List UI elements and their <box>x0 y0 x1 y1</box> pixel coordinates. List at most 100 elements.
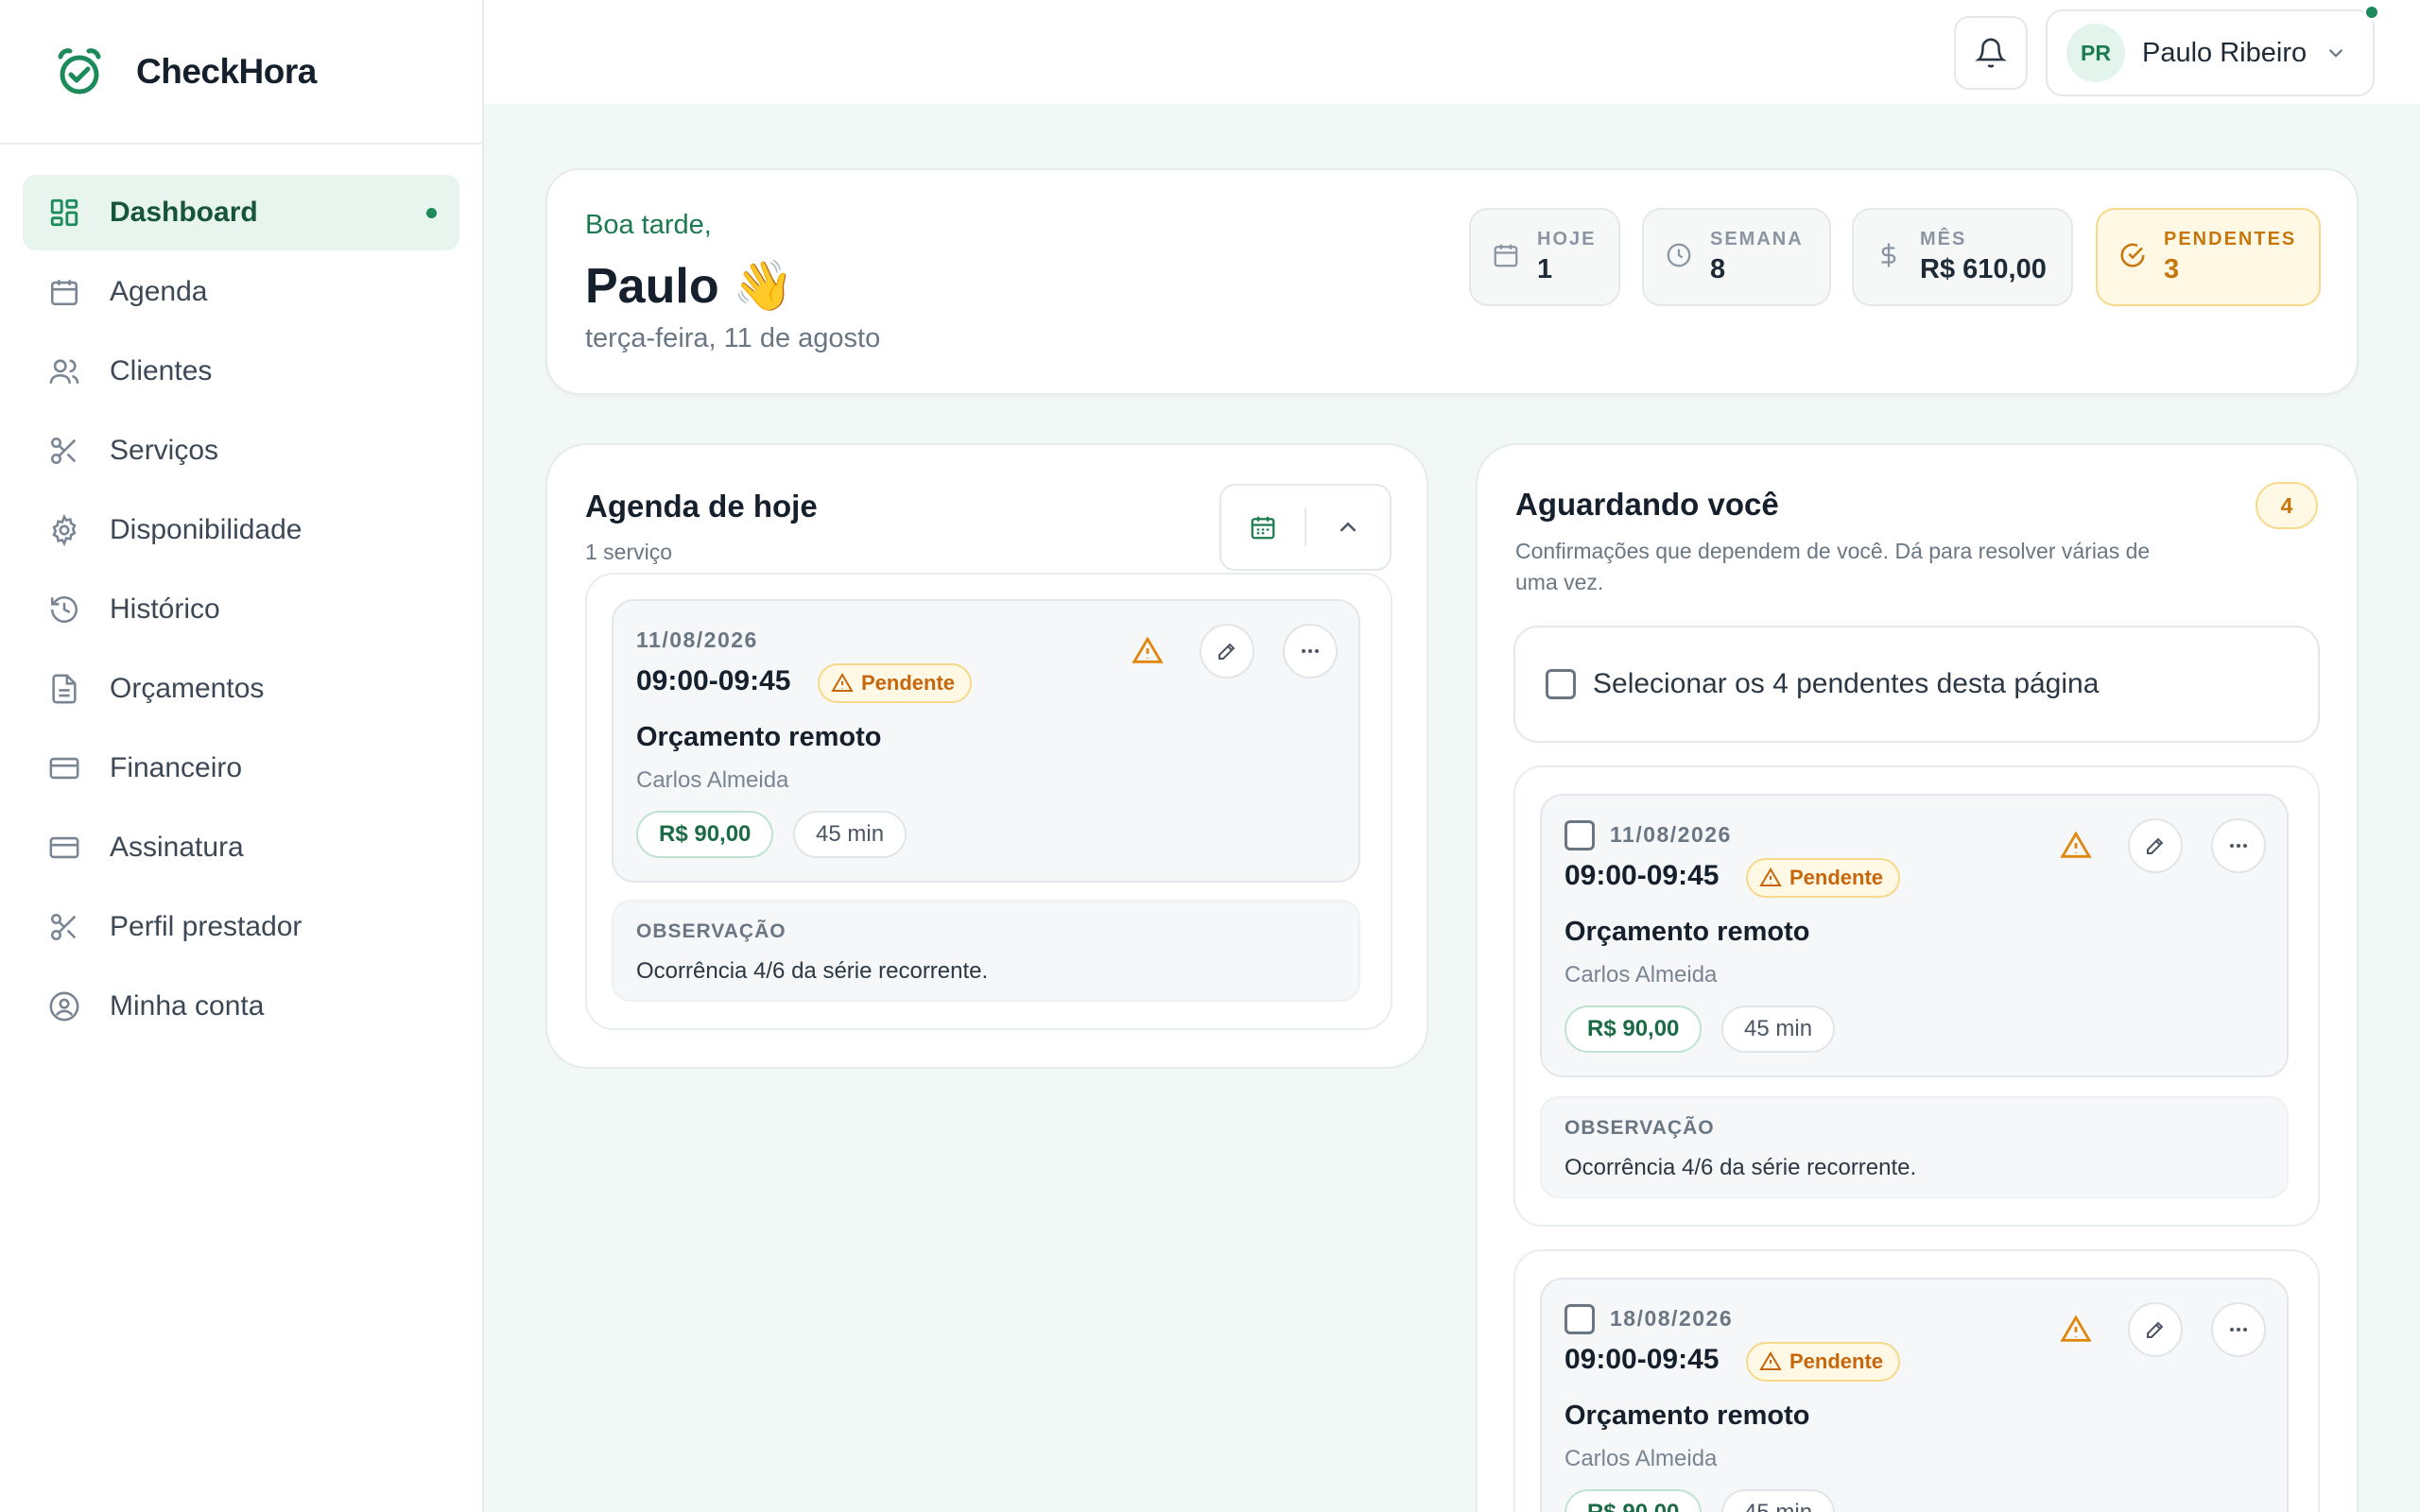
sidebar-item-label: Agenda <box>110 276 208 307</box>
calendar-icon <box>1251 516 1275 540</box>
today-agenda-card: Agenda de hoje 1 serviço 11/08/2026 09:0… <box>545 443 1428 1069</box>
sidebar-item-disponibilidade[interactable]: Disponibilidade <box>23 492 459 568</box>
more-options-button[interactable] <box>2211 1302 2266 1357</box>
appointment-checkbox[interactable] <box>1564 1304 1595 1334</box>
appointment-time: 09:00-09:45 <box>636 665 791 696</box>
status-badge: Pendente <box>1746 858 1901 898</box>
price-pill: R$ 90,00 <box>1564 1489 1703 1512</box>
sidebar-item-label: Orçamentos <box>110 673 265 704</box>
check-circle-icon <box>2118 241 2151 273</box>
collapse-button[interactable] <box>1306 486 1390 569</box>
appointment-details[interactable]: 11/08/2026 09:00-09:45 Pendente Orçament… <box>612 599 1360 883</box>
appointment-title: Orçamento remoto <box>1564 917 1810 947</box>
appointment-time: 09:00-09:45 <box>1564 860 1720 891</box>
brand-name: CheckHora <box>136 51 317 91</box>
users-icon <box>47 354 81 388</box>
sidebar-item-financeiro[interactable]: Financeiro <box>23 730 459 806</box>
notifications-button[interactable] <box>1954 16 2028 90</box>
sidebar-item-label: Financeiro <box>110 752 243 783</box>
stat-label: HOJE <box>1537 229 1597 249</box>
status-badge: Pendente <box>1746 1342 1901 1382</box>
user-menu-button[interactable]: PR Paulo Ribeiro <box>2046 4 2380 96</box>
sidebar-item-orcamentos[interactable]: Orçamentos <box>23 651 459 727</box>
observation-text: Ocorrência 4/6 da série recorrente. <box>636 958 989 984</box>
stat-label: MÊS <box>1920 229 1967 249</box>
appointment-client: Carlos Almeida <box>1564 1446 1718 1471</box>
appointment-details[interactable]: 18/08/2026 09:00-09:45 Pendente Orçament… <box>1540 1278 2289 1512</box>
select-all-checkbox[interactable] <box>1546 669 1576 699</box>
warning-icon <box>2060 831 2092 858</box>
greeting-card: Boa tarde, Paulo 👋 terça-feira, 11 de ag… <box>545 168 2359 395</box>
more-horizontal-icon <box>1302 649 1319 653</box>
brand[interactable]: CheckHora <box>0 0 482 145</box>
duration-pill: 45 min <box>1721 1005 1836 1053</box>
stat-week[interactable]: SEMANA 8 <box>1642 208 1831 306</box>
edit-button[interactable] <box>1200 624 1254 679</box>
credit-card-icon <box>47 751 81 785</box>
greeting-hello: Boa tarde, <box>585 210 712 240</box>
stat-month[interactable]: MÊS R$ 610,00 <box>1852 208 2073 306</box>
duration-pill: 45 min <box>793 811 908 858</box>
pending-appointment-card: 18/08/2026 09:00-09:45 Pendente Orçament… <box>1513 1249 2320 1512</box>
chevron-up-icon <box>1340 522 1357 532</box>
sidebar-item-perfil-prestador[interactable]: Perfil prestador <box>23 889 459 965</box>
sidebar-nav: Dashboard Agenda Clientes Serviços Dispo… <box>0 145 482 1078</box>
scissors-icon <box>47 434 81 468</box>
bell-icon <box>1975 38 2007 68</box>
appointment-checkbox[interactable] <box>1564 820 1595 850</box>
sidebar-item-label: Serviços <box>110 435 219 466</box>
stat-pending[interactable]: PENDENTES 3 <box>2096 208 2321 306</box>
stat-label: SEMANA <box>1710 229 1804 249</box>
card-title: Agenda de hoje <box>585 489 818 524</box>
greeting-name: Paulo 👋 <box>585 259 794 314</box>
observation-box: OBSERVAÇÃO Ocorrência 4/6 da série recor… <box>612 900 1360 1002</box>
more-horizontal-icon <box>2230 844 2247 848</box>
pencil-icon <box>2147 837 2164 854</box>
agenda-actions <box>1219 484 1392 571</box>
stat-today[interactable]: HOJE 1 <box>1469 208 1620 306</box>
sidebar-item-label: Disponibilidade <box>110 514 302 545</box>
avatar: PR <box>2066 24 2125 82</box>
sidebar-item-servicos[interactable]: Serviços <box>23 413 459 489</box>
more-options-button[interactable] <box>1283 624 1338 679</box>
user-circle-icon <box>47 989 81 1023</box>
calendar-view-button[interactable] <box>1221 486 1305 569</box>
select-all-pending[interactable]: Selecionar os 4 pendentes desta página <box>1513 626 2320 743</box>
subtitle-line: uma vez. <box>1515 570 1604 594</box>
stat-value: 1 <box>1537 254 1553 284</box>
scissors-icon <box>47 910 81 944</box>
sidebar-item-label: Clientes <box>110 355 213 387</box>
edit-button[interactable] <box>2128 1302 2183 1357</box>
stat-value: 3 <box>2164 254 2180 284</box>
more-options-button[interactable] <box>2211 818 2266 873</box>
active-indicator <box>426 207 437 218</box>
edit-button[interactable] <box>2128 818 2183 873</box>
sidebar-item-label: Minha conta <box>110 990 265 1022</box>
pencil-icon <box>2147 1321 2164 1338</box>
select-all-label: Selecionar os 4 pendentes desta página <box>1593 668 2100 699</box>
appointment-date: 11/08/2026 <box>1610 822 1732 847</box>
warning-icon <box>1759 868 1782 886</box>
appointment-details[interactable]: 11/08/2026 09:00-09:45 Pendente Orçament… <box>1540 794 2289 1077</box>
online-status-dot <box>2363 4 2380 21</box>
pending-count-badge: 4 <box>2256 482 2318 529</box>
sidebar-item-assinatura[interactable]: Assinatura <box>23 810 459 885</box>
appointment-date: 11/08/2026 <box>636 627 758 652</box>
calendar-icon <box>47 275 81 309</box>
observation-box: OBSERVAÇÃO Ocorrência 4/6 da série recor… <box>1540 1096 2289 1198</box>
sidebar-item-clientes[interactable]: Clientes <box>23 334 459 409</box>
duration-pill: 45 min <box>1721 1489 1836 1512</box>
sidebar-item-historico[interactable]: Histórico <box>23 572 459 647</box>
appointment-card: 11/08/2026 09:00-09:45 Pendente Orçament… <box>585 573 1392 1030</box>
alarm-clock-logo-icon <box>58 47 101 94</box>
sidebar-item-agenda[interactable]: Agenda <box>23 254 459 330</box>
sidebar-item-dashboard[interactable]: Dashboard <box>23 175 459 250</box>
document-icon <box>47 672 81 706</box>
sidebar: CheckHora Dashboard Agenda Clientes Serv… <box>0 0 484 1512</box>
status-label: Pendente <box>1789 866 1884 889</box>
card-subtitle: 1 serviço <box>585 540 673 564</box>
status-label: Pendente <box>1789 1349 1884 1373</box>
sidebar-item-label: Perfil prestador <box>110 911 302 942</box>
sidebar-item-minha-conta[interactable]: Minha conta <box>23 969 459 1044</box>
dollar-icon <box>1875 241 1907 273</box>
